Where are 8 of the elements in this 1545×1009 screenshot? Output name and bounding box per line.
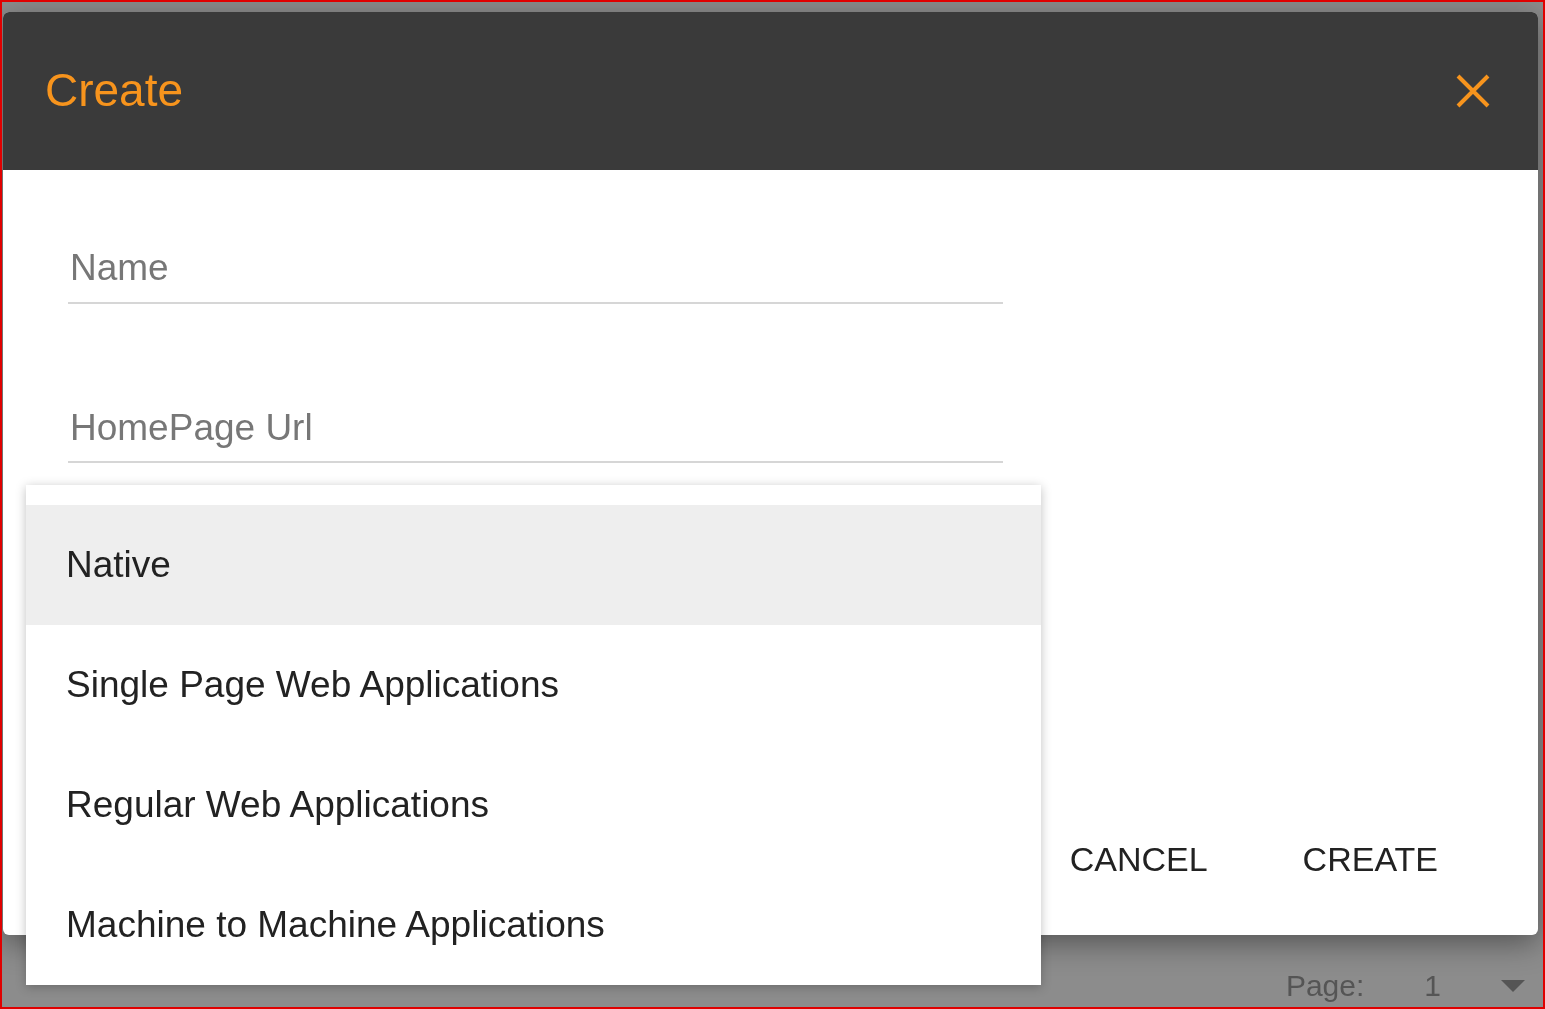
dropdown-option[interactable]: Regular Web Applications (26, 745, 1041, 865)
dropdown-option[interactable]: Single Page Web Applications (26, 625, 1041, 745)
dropdown-option[interactable]: Machine to Machine Applications (26, 865, 1041, 985)
dialog-action-button[interactable]: CANCEL (1049, 830, 1228, 889)
dropdown-option[interactable]: Native (26, 505, 1041, 625)
dialog-action-button[interactable]: CREATE (1282, 830, 1458, 889)
close-button[interactable] (1456, 74, 1490, 108)
dialog-title: Create (45, 63, 184, 119)
